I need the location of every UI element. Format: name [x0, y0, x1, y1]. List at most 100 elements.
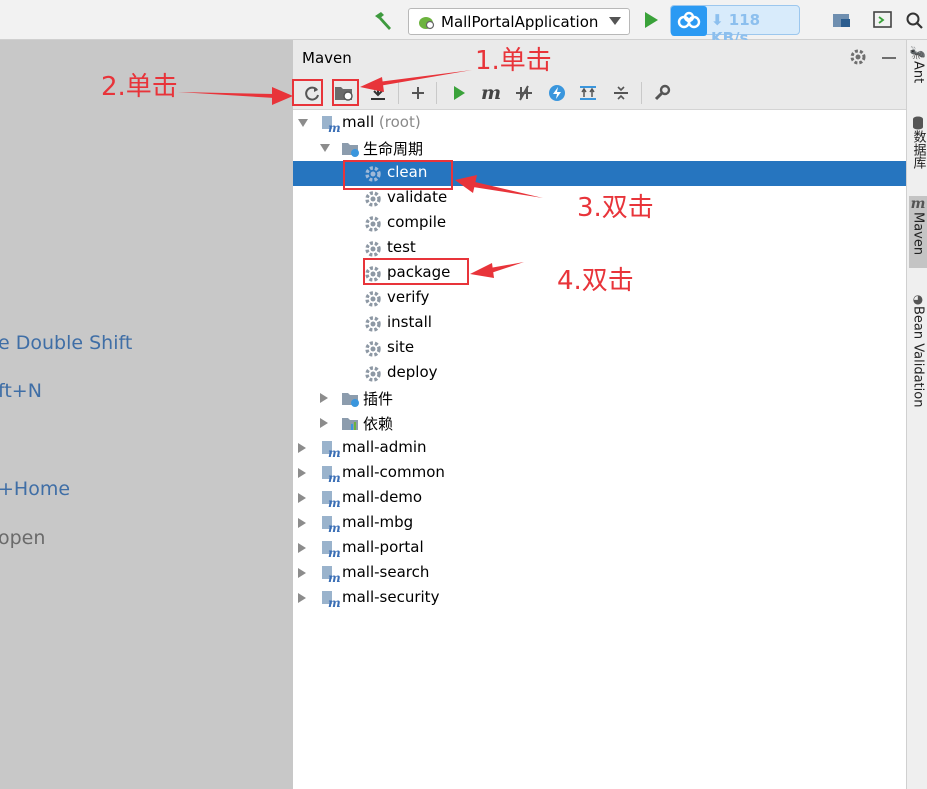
goal-gear-icon — [365, 191, 381, 207]
svg-text:m: m — [328, 496, 340, 509]
svg-text:m: m — [328, 446, 340, 459]
annotation-box-reimport — [292, 79, 323, 106]
tree-label: test — [387, 238, 416, 256]
hint-search-everywhere: e Double Shift — [0, 332, 133, 354]
maven-panel: Maven m m mall (root) 生命周期 clean validat… — [293, 40, 906, 789]
bean-icon: ◕ — [912, 292, 924, 306]
collapsed-arrow-icon[interactable] — [298, 518, 306, 528]
goal-gear-icon — [365, 216, 381, 232]
toggle-offline-icon[interactable] — [513, 82, 535, 104]
tree-label: deploy — [387, 363, 438, 381]
settings-gear-icon[interactable] — [849, 48, 867, 66]
maven-module-icon: m — [322, 516, 340, 534]
tree-label: compile — [387, 213, 447, 231]
sidebar-tab-label: Ant — [910, 61, 926, 84]
add-project-icon[interactable] — [407, 82, 429, 104]
maven-module-icon: m — [322, 116, 340, 134]
minimize-icon[interactable] — [882, 57, 896, 59]
collapsed-arrow-icon[interactable] — [298, 443, 306, 453]
tree-row-mall-search[interactable]: m mall-search — [293, 561, 906, 586]
tree-row-mall-common[interactable]: m mall-common — [293, 461, 906, 486]
sidebar-tab-label: Bean Validation — [910, 306, 926, 408]
annotation-step4: 4.双击 — [557, 266, 634, 296]
tree-label: validate — [387, 188, 448, 206]
project-name: mall — [342, 113, 375, 131]
tree-row-plugins[interactable]: 插件 — [293, 386, 906, 411]
goal-gear-icon — [365, 341, 381, 357]
search-icon[interactable] — [905, 11, 925, 29]
tree-label: mall (root) — [342, 113, 421, 131]
collapsed-arrow-icon[interactable] — [298, 468, 306, 478]
svg-text:m: m — [328, 121, 340, 134]
download-speed-widget[interactable]: ⬇ 118 KB/s — [670, 5, 800, 47]
tree-row-mall-admin[interactable]: m mall-admin — [293, 436, 906, 461]
goal-gear-icon — [365, 366, 381, 382]
expand-arrow-icon[interactable] — [298, 119, 308, 127]
tree-row-dependencies[interactable]: 依赖 — [293, 411, 906, 436]
editor-empty-area: e Double Shift ft+N +Home open — [0, 40, 293, 789]
annotation-step3: 3.双击 — [577, 193, 654, 223]
tree-row-install[interactable]: install — [293, 311, 906, 336]
tree-row-mall-security[interactable]: m mall-security — [293, 586, 906, 611]
chevron-down-icon — [609, 17, 621, 25]
maven-module-icon: m — [322, 541, 340, 559]
maven-module-icon: m — [322, 591, 340, 609]
tree-row-mall-root[interactable]: m mall (root) — [293, 111, 906, 136]
svg-text:m: m — [328, 471, 340, 484]
tree-label: install — [387, 313, 432, 331]
sidebar-tab-maven[interactable]: m Maven — [909, 196, 927, 268]
expand-arrow-icon[interactable] — [320, 144, 330, 152]
build-hammer-icon[interactable] — [372, 10, 394, 32]
svg-text:m: m — [328, 521, 340, 534]
run-icon[interactable] — [645, 12, 658, 28]
goal-gear-icon — [365, 316, 381, 332]
skip-tests-icon[interactable] — [546, 82, 568, 104]
collapsed-arrow-icon[interactable] — [298, 493, 306, 503]
hint-new: ft+N — [0, 380, 42, 402]
sidebar-tab-database[interactable]: 数据库 — [909, 116, 927, 186]
collapsed-arrow-icon[interactable] — [320, 393, 328, 403]
tree-label: 生命周期 — [363, 140, 424, 158]
tree-row-site[interactable]: site — [293, 336, 906, 361]
tree-row-mall-demo[interactable]: m mall-demo — [293, 486, 906, 511]
sidebar-tab-bean-validation[interactable]: ◕ Bean Validation — [909, 292, 927, 412]
tree-label: mall-common — [342, 463, 445, 481]
run-config-select[interactable]: MallPortalApplication — [408, 8, 630, 35]
download-sources-icon[interactable] — [367, 82, 389, 104]
tree-label: mall-security — [342, 588, 440, 606]
tree-label: verify — [387, 288, 430, 306]
dependencies-folder-icon — [342, 418, 358, 430]
collapsed-arrow-icon[interactable] — [298, 593, 306, 603]
terminal-icon[interactable] — [873, 11, 893, 29]
tree-label: 插件 — [363, 390, 394, 408]
tree-row-mall-mbg[interactable]: m mall-mbg — [293, 511, 906, 536]
maven-toolbar: m — [293, 75, 906, 110]
svg-text:m: m — [328, 571, 340, 584]
tree-row-lifecycle[interactable]: 生命周期 — [293, 136, 906, 161]
execute-maven-goal-icon[interactable]: m — [480, 82, 502, 104]
annotation-box-package — [363, 258, 469, 285]
collapsed-arrow-icon[interactable] — [298, 568, 306, 578]
ant-icon: 🐜 — [909, 46, 927, 61]
collapse-all-icon[interactable] — [610, 82, 632, 104]
annotation-box-clean — [343, 160, 453, 190]
sidebar-tab-ant[interactable]: 🐜 Ant — [909, 46, 927, 96]
tree-row-deploy[interactable]: deploy — [293, 361, 906, 386]
collapsed-arrow-icon[interactable] — [320, 418, 328, 428]
tool-window-sidebar: 🐜 Ant 数据库 m Maven ◕ Bean Validation — [906, 40, 927, 789]
cloud-icon — [671, 6, 707, 36]
wrench-icon[interactable] — [651, 82, 673, 104]
collapsed-arrow-icon[interactable] — [298, 543, 306, 553]
tree-label: 依赖 — [363, 415, 394, 433]
tree-label: mall-admin — [342, 438, 427, 456]
maven-module-icon: m — [322, 441, 340, 459]
show-dependencies-icon[interactable] — [577, 82, 599, 104]
tree-row-mall-portal[interactable]: m mall-portal — [293, 536, 906, 561]
tree-label: mall-demo — [342, 488, 423, 506]
goal-gear-icon — [365, 291, 381, 307]
project-structure-icon[interactable] — [832, 11, 852, 29]
run-goal-icon[interactable] — [448, 82, 470, 104]
run-config-label: MallPortalApplication — [441, 12, 599, 31]
maven-module-icon: m — [322, 491, 340, 509]
plugins-folder-icon — [342, 393, 359, 407]
